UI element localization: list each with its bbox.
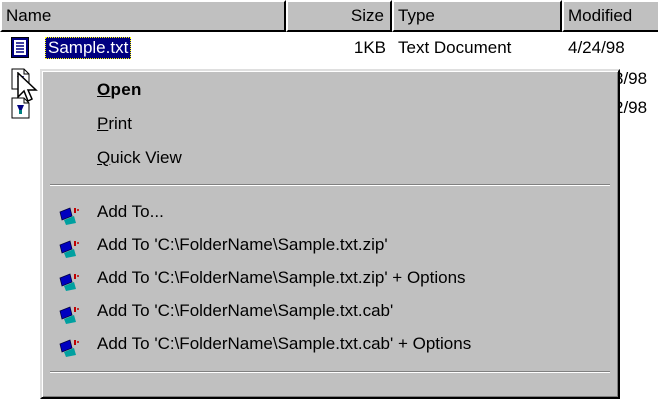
winzip-icon [58, 335, 80, 368]
menu-item-add-to-zip[interactable]: Add To 'C:\FolderName\Sample.txt.zip' [42, 228, 618, 261]
menu-item-add-to-cab-label: Add To 'C:\FolderName\Sample.txt.cab' [97, 301, 394, 320]
menu-separator [50, 184, 610, 186]
file-size: 1KB [353, 38, 386, 57]
file-row[interactable]: Sample.txt 1KB Text Document 4/24/98 [0, 33, 658, 62]
column-header-size[interactable]: Size [286, 0, 392, 32]
text-document-icon [11, 37, 31, 64]
menu-item-quick-view[interactable]: Quick View [42, 141, 618, 174]
menu-item-add-to-zip-options[interactable]: Add To 'C:\FolderName\Sample.txt.zip' + … [42, 261, 618, 294]
column-header: Name Size Type Modified [0, 0, 658, 32]
menu-item-add-to-cab-options-label: Add To 'C:\FolderName\Sample.txt.cab' + … [97, 334, 472, 353]
menu-item-add-to-zip-options-label: Add To 'C:\FolderName\Sample.txt.zip' + … [97, 268, 466, 287]
menu-item-open[interactable]: Open [42, 73, 618, 106]
menu-item-add-to-zip-label: Add To 'C:\FolderName\Sample.txt.zip' [97, 235, 388, 254]
menu-item-quick-view-mnemonic: Q [97, 148, 111, 167]
menu-item-print-label: rint [108, 114, 132, 133]
menu-item-add-to[interactable]: Add To... [42, 195, 618, 228]
context-menu: Open Print Quick View Add To... Add To '… [40, 69, 620, 399]
menu-item-open-label: pen [110, 80, 142, 99]
column-header-name[interactable]: Name [0, 0, 286, 32]
column-header-modified[interactable]: Modified [562, 0, 658, 32]
arrow-cursor-icon [17, 71, 39, 109]
file-type: Text Document [398, 38, 512, 57]
file-modified: 4/24/98 [568, 38, 625, 57]
menu-item-add-to-label: Add To... [97, 202, 164, 221]
menu-item-add-to-cab[interactable]: Add To 'C:\FolderName\Sample.txt.cab' [42, 294, 618, 327]
menu-item-open-mnemonic: O [97, 80, 111, 99]
column-header-type[interactable]: Type [392, 0, 562, 32]
file-name[interactable]: Sample.txt [45, 37, 132, 59]
menu-item-add-to-cab-options[interactable]: Add To 'C:\FolderName\Sample.txt.cab' + … [42, 327, 618, 360]
menu-item-quick-view-label: uick View [110, 148, 182, 167]
menu-item-print[interactable]: Print [42, 107, 618, 140]
menu-item-print-mnemonic: P [97, 114, 109, 133]
menu-separator [50, 371, 610, 373]
